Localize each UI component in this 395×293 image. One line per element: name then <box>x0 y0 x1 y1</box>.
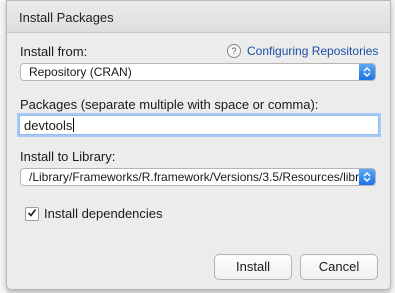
background-panel-right <box>391 0 395 293</box>
install-from-label: Install from: <box>20 44 88 59</box>
packages-input-value: devtools <box>24 118 75 133</box>
install-from-select[interactable]: Repository (CRAN) <box>20 63 376 81</box>
install-to-library-label: Install to Library: <box>20 149 116 164</box>
install-from-selected-value: Repository (CRAN) <box>29 65 132 79</box>
install-dependencies-row[interactable]: Install dependencies <box>25 206 163 221</box>
install-packages-dialog: Install Packages Install from: ? Configu… <box>6 0 391 290</box>
cancel-button[interactable]: Cancel <box>300 254 378 280</box>
checkmark-icon <box>27 208 37 217</box>
library-select[interactable]: /Library/Frameworks/R.framework/Versions… <box>20 168 376 186</box>
install-dependencies-checkbox[interactable] <box>25 206 39 221</box>
configuring-repositories-link-text: Configuring Repositories <box>247 44 379 58</box>
chevron-updown-icon <box>359 64 375 80</box>
packages-input[interactable]: devtools <box>19 115 379 135</box>
packages-label: Packages (separate multiple with space o… <box>20 97 319 112</box>
install-button[interactable]: Install <box>214 254 292 280</box>
text-caret <box>73 118 75 132</box>
dialog-titlebar: Install Packages <box>7 1 390 33</box>
dialog-title: Install Packages <box>19 10 114 25</box>
chevron-updown-icon <box>359 169 375 185</box>
library-selected-value: /Library/Frameworks/R.framework/Versions… <box>29 170 359 184</box>
install-dependencies-label: Install dependencies <box>44 206 163 221</box>
help-icon: ? <box>227 44 241 58</box>
configuring-repositories-link[interactable]: ? Configuring Repositories <box>227 44 378 58</box>
